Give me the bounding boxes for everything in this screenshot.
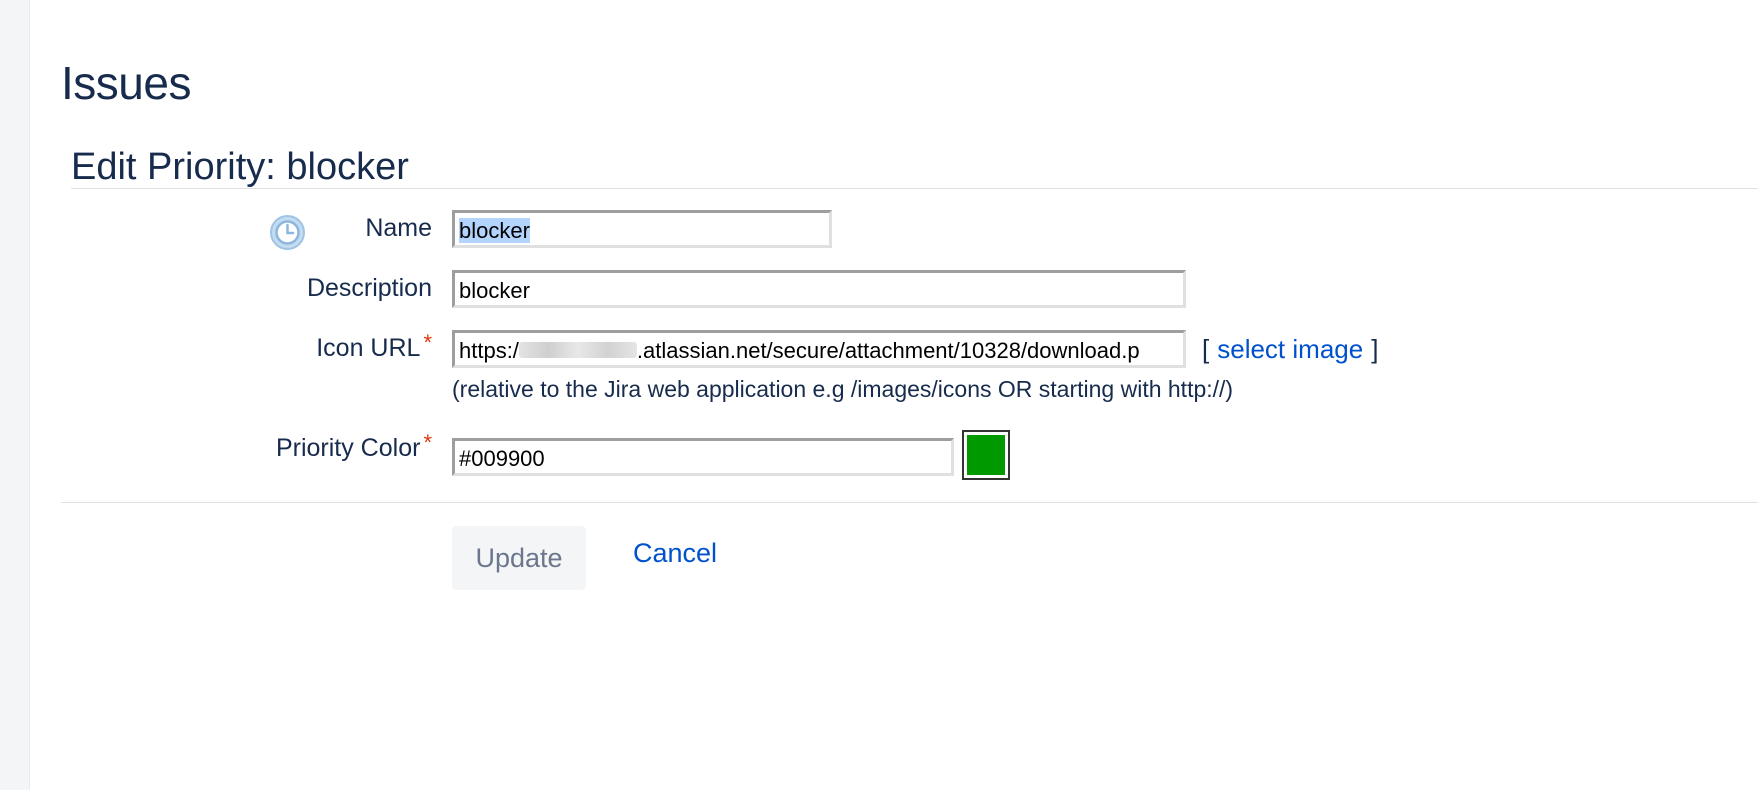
name-input[interactable]: blocker [452, 210, 832, 248]
page-title: Issues [61, 57, 191, 109]
select-image-group: [select image] [1202, 334, 1378, 365]
clock-icon [270, 215, 305, 250]
icon-url-prefix: https:/ [459, 338, 519, 363]
section-divider [71, 188, 1758, 189]
redacted-blur [518, 342, 637, 359]
priority-color-label: Priority Color * [275, 430, 432, 462]
required-mark: * [423, 330, 432, 355]
cancel-link[interactable]: Cancel [633, 538, 717, 569]
priority-color-input[interactable]: #009900 [452, 438, 954, 476]
bracket-close: ] [1371, 334, 1379, 364]
name-input-value: blocker [459, 218, 530, 243]
icon-url-suffix: .atlassian.net/secure/attachment/10328/d… [636, 338, 1140, 363]
bracket-open: [ [1202, 334, 1210, 364]
name-label: Name [365, 214, 432, 242]
select-image-link[interactable]: select image [1217, 334, 1363, 364]
section-title: Edit Priority: blocker [71, 146, 409, 188]
icon-url-label: Icon URL * [316, 330, 432, 362]
color-swatch-fill [967, 435, 1005, 475]
color-picker-swatch[interactable] [962, 430, 1010, 480]
icon-url-input[interactable]: https:/ .atlassian.net/secure/attachment/… [452, 330, 1186, 368]
required-mark: * [423, 430, 432, 455]
form-divider [61, 502, 1758, 503]
icon-url-hint: (relative to the Jira web application e.… [452, 376, 1234, 402]
description-input[interactable]: blocker [452, 270, 1186, 308]
description-label: Description [306, 274, 432, 302]
update-button[interactable]: Update [452, 526, 586, 590]
description-input-value: blocker [459, 278, 530, 303]
left-sidebar-rail [0, 0, 30, 790]
priority-color-value: #009900 [459, 446, 545, 471]
